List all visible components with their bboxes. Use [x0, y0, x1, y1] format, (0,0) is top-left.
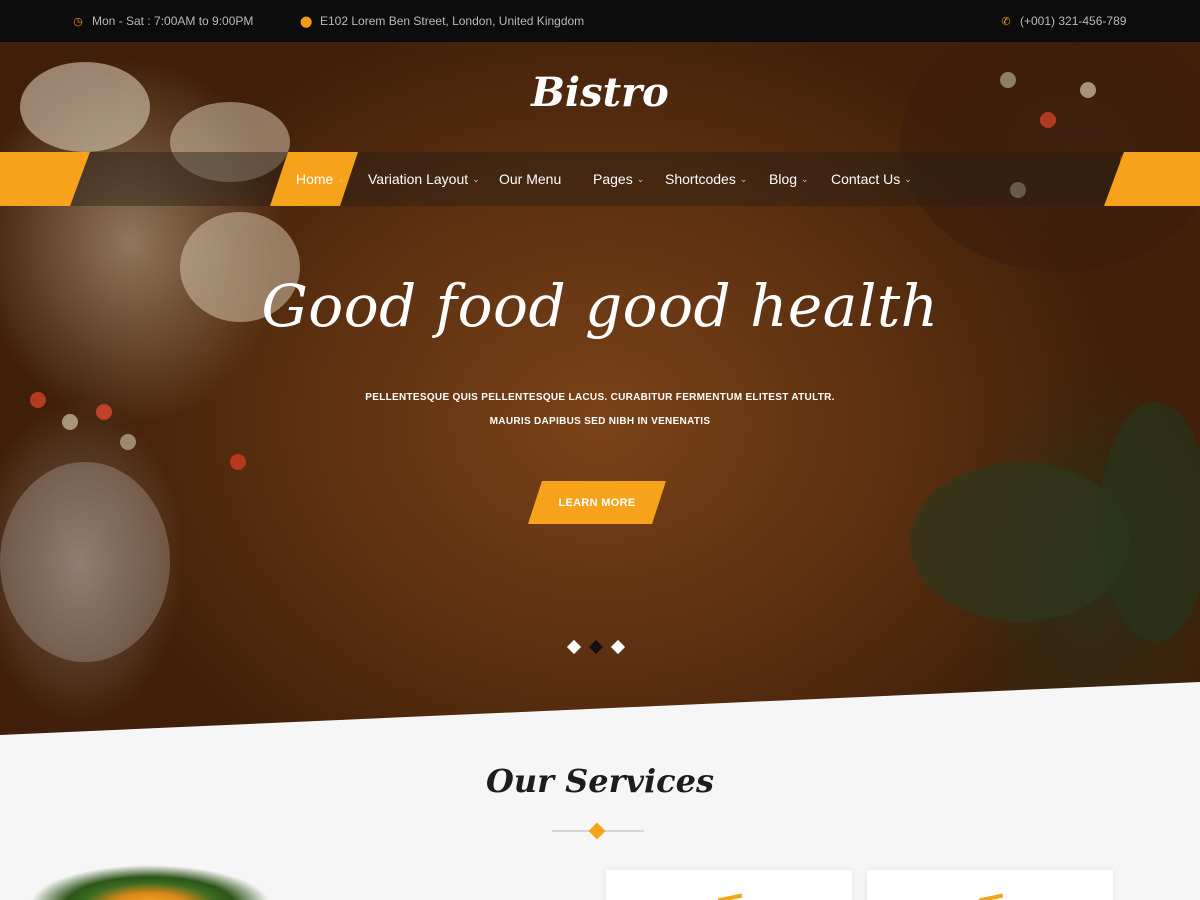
- hero-slider: Bistro Home ⌄ Variation Layout ⌄ Our Men…: [0, 42, 1200, 735]
- chevron-down-icon: ⌄: [801, 173, 809, 184]
- hero-subline-2: MAURIS DAPIBUS SED NIBH IN VENENATIS: [489, 416, 711, 427]
- slider-dot-1[interactable]: [566, 639, 582, 655]
- slider-dot-2[interactable]: [588, 639, 604, 655]
- peppercorn: [120, 434, 136, 450]
- nav-accent-right: [1104, 152, 1200, 206]
- hero-headline: Good food good health: [261, 272, 939, 340]
- site-logo[interactable]: Bistro: [0, 69, 1200, 116]
- nav-item-shortcodes[interactable]: Shortcodes ⌄: [665, 171, 747, 187]
- services-title: Our Services: [485, 762, 715, 800]
- address-text: E102 Lorem Ben Street, London, United Ki…: [320, 14, 585, 28]
- chevron-down-icon: ⌄: [472, 173, 480, 184]
- main-navigation: Home ⌄ Variation Layout ⌄ Our Menu Pages…: [0, 152, 1200, 206]
- page: ◷ Mon - Sat : 7:00AM to 9:00PM ⬤ E102 Lo…: [0, 0, 1200, 900]
- chevron-down-icon: ⌄: [337, 173, 345, 184]
- nav-item-home[interactable]: Home ⌄: [296, 171, 345, 187]
- nav-item-blog[interactable]: Blog ⌄: [769, 171, 809, 187]
- map-marker-icon: ⬤: [300, 15, 313, 28]
- salt-decoration: [0, 462, 170, 662]
- service-card[interactable]: [867, 870, 1113, 900]
- nav-item-label: Home: [296, 171, 334, 187]
- bay-leaf-decoration: [910, 462, 1130, 622]
- phone-icon: ✆: [1001, 15, 1011, 28]
- nav-item-label: Pages: [593, 171, 633, 187]
- nav-item-label: Contact Us: [831, 171, 901, 187]
- nav-item-variation-layout[interactable]: Variation Layout ⌄: [368, 171, 480, 187]
- dish-image: [0, 865, 280, 900]
- nav-item-contact-us[interactable]: Contact Us ⌄: [831, 171, 912, 187]
- clock-icon: ◷: [73, 15, 83, 28]
- chevron-down-icon: ⌄: [904, 173, 912, 184]
- address: ⬤ E102 Lorem Ben Street, London, United …: [300, 14, 584, 28]
- slider-pagination: [566, 639, 626, 655]
- peppercorn: [230, 454, 246, 470]
- top-info-bar: ◷ Mon - Sat : 7:00AM to 9:00PM ⬤ E102 Lo…: [0, 0, 1200, 42]
- opening-hours: ◷ Mon - Sat : 7:00AM to 9:00PM: [72, 14, 253, 28]
- opening-hours-text: Mon - Sat : 7:00AM to 9:00PM: [92, 14, 254, 28]
- nav-accent-left: [0, 152, 90, 206]
- phone[interactable]: ✆ (+001) 321-456-789: [1000, 14, 1126, 28]
- slider-dot-3[interactable]: [610, 639, 626, 655]
- learn-more-button[interactable]: LEARN MORE: [528, 481, 666, 524]
- nav-item-label: Our Menu: [499, 171, 562, 187]
- bay-leaf-decoration: [1100, 402, 1200, 642]
- nav-item-pages[interactable]: Pages ⌄: [593, 171, 644, 187]
- service-icon: [717, 893, 743, 900]
- nav-item-label: Shortcodes: [665, 171, 736, 187]
- service-card[interactable]: [606, 870, 852, 900]
- phone-text[interactable]: (+001) 321-456-789: [1020, 14, 1126, 28]
- nav-item-label: Variation Layout: [368, 171, 469, 187]
- hero-subline-1: PELLENTESQUE QUIS PELLENTESQUE LACUS. CU…: [365, 392, 835, 403]
- chevron-down-icon: ⌄: [739, 173, 748, 184]
- service-icon: [978, 893, 1004, 900]
- chevron-down-icon: ⌄: [636, 173, 645, 184]
- divider-diamond-icon: [588, 822, 606, 840]
- nav-item-our-menu[interactable]: Our Menu: [499, 171, 561, 187]
- nav-item-label: Blog: [769, 171, 798, 187]
